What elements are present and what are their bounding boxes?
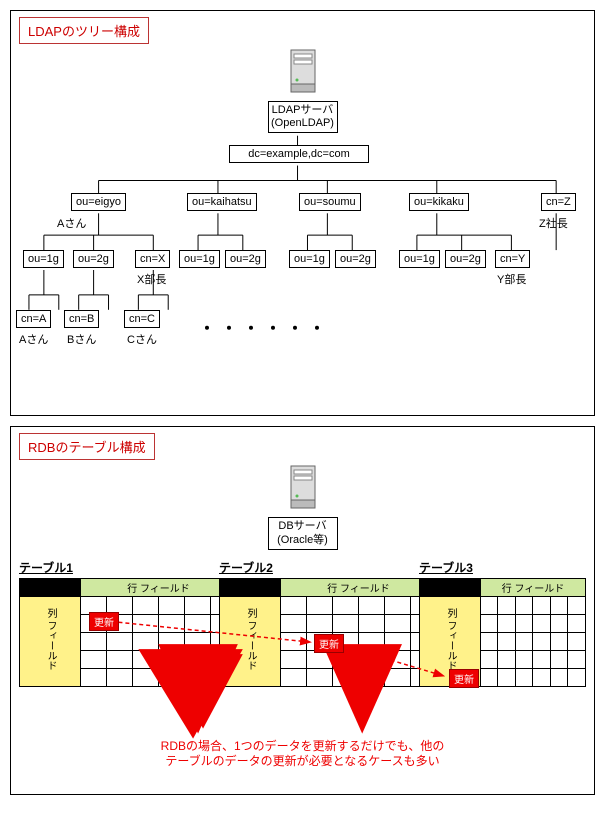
server-icon: [285, 48, 321, 99]
table-block-1: テーブル1 行 フィールド 列 フィールド: [19, 559, 237, 687]
ldap-panel-title: LDAPのツリー構成: [19, 17, 149, 44]
ann-csan: Cさん: [127, 331, 157, 347]
rdb-caption: RDBの場合、1つのデータを更新するだけでも、他の テーブルのデータの更新が必要…: [123, 739, 483, 770]
ldap-server: LDAPサーバ (OpenLDAP): [268, 48, 338, 133]
node-kikaku-1g: ou=1g: [399, 250, 440, 268]
ann-asan-top: Aさん: [57, 215, 86, 231]
node-cn-c: cn=C: [124, 310, 160, 328]
ann-bsan: Bさん: [67, 331, 96, 347]
node-kikaku-2g: ou=2g: [445, 250, 486, 268]
ann-asan-leaf: Aさん: [19, 331, 48, 347]
rdb-area: テーブル1 行 フィールド 列 フィールド テーブル2 行 フィールド 列 フィ…: [19, 554, 586, 784]
table3-col-field: 列 フィールド: [445, 608, 455, 671]
node-cn-y: cn=Y: [495, 250, 530, 268]
node-cn-z: cn=Z: [541, 193, 576, 211]
ann-ybutyo: Y部長: [497, 271, 526, 287]
table-block-2: テーブル2 行 フィールド 列 フィールド: [219, 559, 437, 687]
ldap-server-line1: LDAPサーバ: [272, 104, 334, 116]
update-badge-2: 更新: [314, 634, 344, 653]
table-block-3: テーブル3 行 フィールド 列 フィールド: [419, 559, 586, 687]
table1-row-field: 行 フィールド: [81, 578, 237, 596]
table2-row-field: 行 フィールド: [281, 578, 437, 596]
ann-zshacho: Z社長: [539, 215, 568, 231]
ldap-server-label: LDAPサーバ (OpenLDAP): [268, 101, 338, 133]
table1-sheet: 行 フィールド 列 フィールド: [19, 578, 237, 687]
db-server: DBサーバ (Oracle等): [268, 464, 338, 549]
db-server-line2: (Oracle等): [277, 534, 328, 546]
table2-sheet: 行 フィールド 列 フィールド: [219, 578, 437, 687]
node-cn-b: cn=B: [64, 310, 99, 328]
db-server-line1: DBサーバ: [278, 520, 326, 532]
node-ou-soumu: ou=soumu: [299, 193, 361, 211]
rdb-panel: RDBのテーブル構成 DBサーバ (Oracle等) テーブル1 行 フィールド…: [10, 426, 595, 794]
node-ou-kaihatsu: ou=kaihatsu: [187, 193, 257, 211]
server-icon: [285, 464, 321, 515]
update-badge-1: 更新: [89, 612, 119, 631]
node-soumu-2g: ou=2g: [335, 250, 376, 268]
update-badge-3: 更新: [449, 669, 479, 688]
db-server-label: DBサーバ (Oracle等): [268, 517, 338, 549]
node-eigyo-1g: ou=1g: [23, 250, 64, 268]
table3-sheet: 行 フィールド 列 フィールド: [419, 578, 586, 687]
table2-col-field: 列 フィールド: [245, 608, 255, 671]
node-kaihatsu-1g: ou=1g: [179, 250, 220, 268]
node-kaihatsu-2g: ou=2g: [225, 250, 266, 268]
ann-xbutyo: X部長: [137, 271, 166, 287]
table1-col-field: 列 フィールド: [45, 608, 55, 671]
node-ou-eigyo: ou=eigyo: [71, 193, 126, 211]
rdb-caption-line1: RDBの場合、1つのデータを更新するだけでも、他の: [161, 739, 445, 753]
table3-row-field: 行 フィールド: [481, 578, 586, 596]
ldap-tree: dc=example,dc=com ou=eigyo ou=kaihatsu o…: [19, 135, 586, 405]
node-eigyo-2g: ou=2g: [73, 250, 114, 268]
rdb-caption-wrap: RDBの場合、1つのデータを更新するだけでも、他の テーブルのデータの更新が必要…: [19, 739, 586, 770]
rdb-caption-line2: テーブルのデータの更新が必要となるケースも多い: [165, 754, 439, 768]
ldap-server-line2: (OpenLDAP): [271, 117, 334, 129]
ldap-panel: LDAPのツリー構成 LDAPサーバ (OpenLDAP): [10, 10, 595, 416]
table1-title: テーブル1: [19, 559, 237, 576]
table2-title: テーブル2: [219, 559, 437, 576]
tree-lines: [19, 135, 586, 405]
node-soumu-1g: ou=1g: [289, 250, 330, 268]
node-cn-x: cn=X: [135, 250, 170, 268]
node-cn-a: cn=A: [16, 310, 51, 328]
dots: ・・・・・・: [199, 315, 331, 339]
node-ou-kikaku: ou=kikaku: [409, 193, 469, 211]
node-root: dc=example,dc=com: [229, 145, 369, 163]
rdb-panel-title: RDBのテーブル構成: [19, 433, 155, 460]
table3-title: テーブル3: [419, 559, 586, 576]
